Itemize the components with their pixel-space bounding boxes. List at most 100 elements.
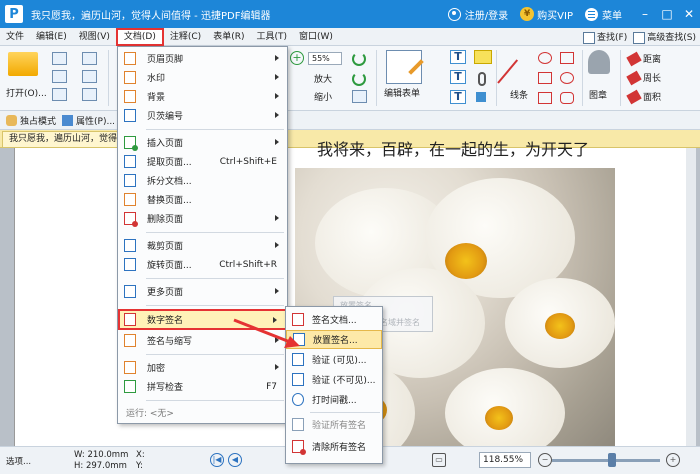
hamburger-menu-icon[interactable] [585,7,598,21]
stamp-button[interactable]: 图章 [589,88,607,101]
menu-item-watermark[interactable]: 水印 [118,68,287,87]
menu-item-rotate-pages[interactable]: 旋转页面... Ctrl+Shift+R [118,255,287,274]
rectangle-shape-icon[interactable] [538,92,552,104]
edit-form-icon[interactable] [386,50,422,84]
zoom-in-button[interactable]: 放大 [314,72,332,85]
properties-button[interactable]: 属性(P)... [62,114,115,127]
menu-item-background[interactable]: 背景 [118,87,287,106]
submenu-verify-all[interactable]: 验证所有签名 [286,415,382,434]
print-icon[interactable] [52,70,67,83]
scan-icon[interactable] [82,70,97,83]
rotate-pages-icon [124,258,136,271]
menu-item-bates-numbering[interactable]: 贝茨编号 [118,106,287,125]
menu-item-insert-pages[interactable]: 插入页面 [118,133,287,152]
menu-comment[interactable]: 注释(C) [164,28,207,46]
clock-icon [292,393,304,406]
login-button[interactable]: 注册/登录 [465,7,508,22]
submenu-arrow-icon [275,74,279,80]
vertical-scrollbar[interactable] [686,148,696,446]
menu-item-more-pages[interactable]: 更多页面 [118,282,287,301]
exclusive-mode-button[interactable]: 独占模式 [6,114,56,127]
menu-item-run[interactable]: 运行: <无> [118,403,287,422]
line-tool-icon[interactable] [497,59,519,84]
menu-item-crop-pages[interactable]: 裁剪页面 [118,236,287,255]
menu-tools[interactable]: 工具(T) [250,28,293,46]
zoom-level-field[interactable]: 118.55% [479,452,531,468]
minimize-button[interactable]: – [634,7,656,21]
edit-form-button[interactable]: 编辑表单 [384,86,420,99]
title-bar: P 我只愿我，遍历山河，觉得人间值得 - 迅捷PDF编辑器 注册/登录 ¥ 购买… [0,0,700,28]
menu-item-delete-pages[interactable]: 删除页面 [118,209,287,228]
polyline-shape-icon[interactable] [538,72,552,84]
submenu-clear-all[interactable]: 清除所有签名 [286,437,382,456]
submenu-arrow-icon [275,112,279,118]
menu-item-replace-pages[interactable]: 替换页面... [118,190,287,209]
perimeter-button[interactable]: 周长 [626,70,661,85]
undo-icon[interactable] [82,88,97,101]
close-button[interactable]: ✕ [678,7,700,21]
prev-page-button[interactable]: ◀ [228,453,242,467]
open-folder-icon[interactable] [8,52,38,76]
submenu-verify-invisible[interactable]: 验证 (不可见)... [286,370,382,389]
annotation-arrow [233,318,300,348]
menu-item-encrypt[interactable]: 加密 [118,358,287,377]
submenu-verify-visible[interactable]: 验证 (可见)... [286,350,382,369]
options-button[interactable]: 选项... [6,455,31,467]
single-page-view-icon[interactable]: ▭ [432,453,446,467]
open-button[interactable]: 打开(O)... [6,86,47,99]
refresh-icon[interactable] [352,52,366,66]
advanced-find-icon [633,31,646,44]
menu-view[interactable]: 视图(V) [73,28,116,46]
maximize-button[interactable]: □ [656,7,678,21]
menu-form[interactable]: 表单(R) [207,28,250,46]
sticky-note-icon[interactable] [474,50,492,64]
menu-item-split-document[interactable]: 拆分文档... [118,171,287,190]
submenu-arrow-icon [275,364,279,370]
menu-item-header-footer[interactable]: 页眉页脚 [118,49,287,68]
email-icon[interactable] [82,52,97,65]
menu-file[interactable]: 文件 [0,28,30,46]
cloud-shape-icon[interactable] [560,72,574,84]
menu-window[interactable]: 窗口(W) [293,28,339,46]
first-page-button[interactable]: |◀ [210,453,224,467]
menu-item-spell-check[interactable]: 拼写检查 F7 [118,377,287,396]
secondary-toolbar: 独占模式 属性(P)... [0,111,700,130]
menu-document[interactable]: 文档(D) [115,27,164,46]
typewriter-icon[interactable]: T [450,70,466,84]
textbox-icon[interactable]: T [450,90,466,104]
zoom-slider-thumb[interactable] [608,453,616,467]
advanced-find-button[interactable]: 高级查找(S) [633,30,696,44]
distance-button[interactable]: 距离 [626,51,661,66]
spell-check-icon [124,380,136,393]
sound-icon[interactable] [476,92,486,102]
polygon-shape-icon[interactable] [560,52,574,64]
zoom-out-button[interactable]: 缩小 [314,90,332,103]
zoom-in-icon[interactable]: + [290,51,304,65]
stamp-icon[interactable] [588,50,610,74]
page-width-readout: W: 210.0mm [74,450,129,460]
menu-item-extract-pages[interactable]: 提取页面... Ctrl+Shift+E [118,152,287,171]
save-icon[interactable] [52,52,67,65]
snapshot-icon[interactable] [352,90,367,103]
menu-bar: 文件 编辑(E) 视图(V) 文档(D) 注释(C) 表单(R) 工具(T) 窗… [0,27,700,46]
circle-shape-icon[interactable] [538,52,552,64]
buy-vip-button[interactable]: 购买VIP [537,7,573,22]
submenu-arrow-icon [275,139,279,145]
submenu-timestamp[interactable]: 打时间戳... [286,390,382,409]
zoom-slider-track[interactable] [552,459,660,462]
text-tool-icon[interactable]: T [450,50,466,64]
attachment-icon[interactable] [478,72,486,86]
rotate-icon[interactable] [352,72,366,86]
menu-edit[interactable]: 编辑(E) [30,28,73,46]
zoom-out-status-icon[interactable]: − [538,453,552,467]
area-button[interactable]: 面积 [626,89,661,104]
find-button[interactable]: 查找(F) [583,30,627,44]
main-menu-button[interactable]: 菜单 [602,7,622,22]
rounded-shape-icon[interactable] [560,92,574,104]
zoom-dropdown[interactable]: 55% [308,52,342,65]
document-tab[interactable]: 我只愿我，遍历山河，觉得人 [2,131,134,147]
zoom-in-status-icon[interactable]: + [666,453,680,467]
line-tool-button[interactable]: 线条 [510,88,528,101]
submenu-arrow-icon [275,93,279,99]
export-icon[interactable] [52,88,67,101]
